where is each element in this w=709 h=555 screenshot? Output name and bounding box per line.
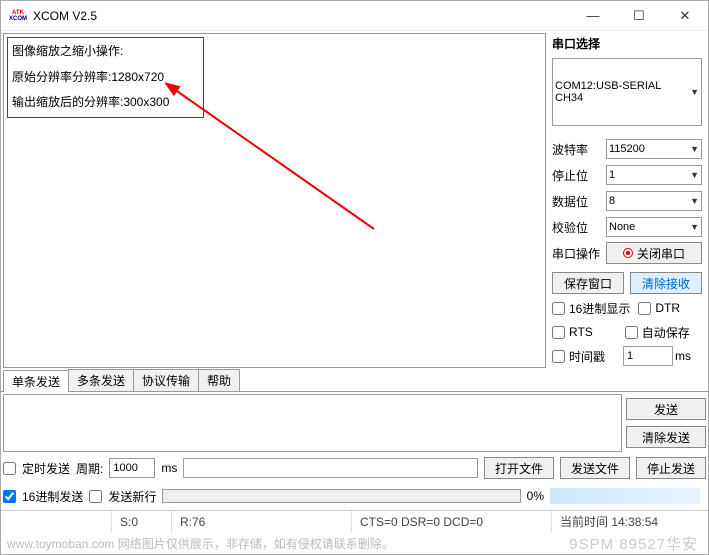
data-select[interactable]: 8▼ — [606, 191, 702, 211]
watermark-right: 9SPM 89527华安 — [569, 533, 698, 554]
timestamp-label: 时间戳 — [569, 348, 605, 365]
status-sent: S:0 — [111, 511, 171, 532]
stop-select[interactable]: 1▼ — [606, 165, 702, 185]
dtr-checkbox[interactable] — [638, 302, 651, 315]
baud-select[interactable]: 115200 ▼ — [606, 139, 702, 159]
clear-send-button[interactable]: 清除发送 — [626, 426, 706, 448]
highlight-box: 图像缩放之缩小操作: 原始分辨率分辨率:1280x720 输出缩放后的分辨率:3… — [7, 37, 204, 118]
window-buttons: — ☐ ✕ — [570, 1, 708, 30]
stop-send-button[interactable]: 停止发送 — [636, 457, 706, 479]
close-button[interactable]: ✕ — [662, 1, 708, 30]
hex-send-label: 16进制发送 — [22, 488, 83, 505]
stop-label: 停止位 — [552, 167, 602, 184]
progress-percent: 0% — [527, 489, 544, 503]
period-label: 周期: — [76, 460, 103, 477]
timed-send-checkbox[interactable] — [3, 462, 16, 475]
send-button[interactable]: 发送 — [626, 398, 706, 420]
period-unit: ms — [161, 461, 177, 475]
status-recv: R:76 — [171, 511, 351, 532]
status-bar: S:0 R:76 CTS=0 DSR=0 DCD=0 当前时间 14:38:54 — [1, 510, 708, 532]
output-textarea[interactable]: 图像缩放之缩小操作: 原始分辨率分辨率:1280x720 输出缩放后的分辨率:3… — [3, 33, 546, 368]
port-select[interactable]: COM12:USB-SERIAL CH34▼ — [552, 58, 702, 126]
record-icon — [623, 248, 633, 258]
serial-settings-panel: 串口选择 COM12:USB-SERIAL CH34▼ 波特率 115200▼ … — [548, 31, 708, 370]
upper-pane: 图像缩放之缩小操作: 原始分辨率分辨率:1280x720 输出缩放后的分辨率:3… — [1, 31, 708, 370]
send-newline-checkbox[interactable] — [89, 490, 102, 503]
port-value: COM12:USB-SERIAL CH34 — [555, 80, 690, 104]
minimize-button[interactable]: — — [570, 1, 616, 30]
data-label: 数据位 — [552, 193, 602, 210]
watermark-left: www.toymoban.com 网络图片仅供展示，非存储，如有侵权请联系删除。 — [7, 535, 394, 552]
parity-select[interactable]: None ▼ — [606, 217, 702, 237]
app-window: ATKXCOM XCOM V2.5 — ☐ ✕ 图像缩放之缩小操作: 原始分辨率… — [0, 0, 709, 555]
open-file-button[interactable]: 打开文件 — [484, 457, 554, 479]
maximize-button[interactable]: ☐ — [616, 1, 662, 30]
send-file-button[interactable]: 发送文件 — [560, 457, 630, 479]
send-newline-label: 发送新行 — [108, 488, 156, 505]
output-line: 输出缩放后的分辨率:300x300 — [12, 95, 169, 111]
output-line: 图像缩放之缩小操作: — [12, 44, 169, 60]
data-value: 8 — [609, 195, 615, 207]
chevron-down-icon: ▼ — [690, 144, 699, 154]
watermark: www.toymoban.com 网络图片仅供展示，非存储，如有侵权请联系删除。… — [1, 532, 708, 554]
timestamp-checkbox[interactable] — [552, 350, 565, 363]
file-path-input[interactable] — [183, 458, 478, 478]
baud-value: 115200 — [609, 143, 645, 155]
tab-multi-send[interactable]: 多条发送 — [68, 369, 134, 391]
clear-recv-button[interactable]: 清除接收 — [630, 272, 702, 294]
chevron-down-icon: ▼ — [690, 170, 699, 180]
tab-single-send[interactable]: 单条发送 — [3, 370, 69, 392]
parity-value: None — [609, 221, 635, 233]
rts-checkbox[interactable] — [552, 326, 565, 339]
baud-label: 波特率 — [552, 141, 602, 158]
stop-value: 1 — [609, 169, 615, 181]
chevron-down-icon: ▼ — [690, 196, 699, 206]
send-tabs: 单条发送 多条发送 协议传输 帮助 — [1, 370, 708, 392]
rts-label: RTS — [569, 325, 593, 339]
tab-protocol[interactable]: 协议传输 — [133, 369, 199, 391]
content-area: 图像缩放之缩小操作: 原始分辨率分辨率:1280x720 输出缩放后的分辨率:3… — [1, 31, 708, 554]
hex-send-checkbox[interactable] — [3, 490, 16, 503]
timestamp-value-input[interactable]: 1 — [623, 346, 673, 366]
output-line: 原始分辨率分辨率:1280x720 — [12, 70, 169, 86]
send-panel: 发送 清除发送 定时发送 周期: 1000 ms 打开文件 发送文件 停止发送 … — [1, 392, 708, 510]
op-button-label: 关闭串口 — [637, 245, 685, 262]
auto-save-label: 自动保存 — [642, 324, 690, 341]
app-icon: ATKXCOM — [9, 7, 27, 25]
serial-section-title: 串口选择 — [552, 35, 702, 52]
status-time: 当前时间 14:38:54 — [551, 511, 708, 532]
progress-bar — [162, 489, 520, 503]
chevron-down-icon: ▼ — [690, 87, 699, 97]
status-spacer — [1, 511, 111, 532]
titlebar: ATKXCOM XCOM V2.5 — ☐ ✕ — [1, 1, 708, 31]
window-title: XCOM V2.5 — [33, 9, 570, 23]
parity-label: 校验位 — [552, 219, 602, 236]
serial-toggle-button[interactable]: 关闭串口 — [606, 242, 702, 264]
send-textarea[interactable] — [3, 394, 622, 452]
dtr-label: DTR — [655, 301, 680, 315]
op-label: 串口操作 — [552, 245, 602, 262]
chevron-down-icon: ▼ — [690, 222, 699, 232]
save-window-button[interactable]: 保存窗口 — [552, 272, 624, 294]
tab-help[interactable]: 帮助 — [198, 369, 240, 391]
auto-save-checkbox[interactable] — [625, 326, 638, 339]
status-signals: CTS=0 DSR=0 DCD=0 — [351, 511, 551, 532]
timestamp-unit: ms — [675, 349, 691, 363]
hex-display-label: 16进制显示 — [569, 300, 630, 317]
hex-display-checkbox[interactable] — [552, 302, 565, 315]
info-strip — [550, 488, 700, 504]
timed-send-label: 定时发送 — [22, 460, 70, 477]
period-input[interactable]: 1000 — [109, 458, 155, 478]
